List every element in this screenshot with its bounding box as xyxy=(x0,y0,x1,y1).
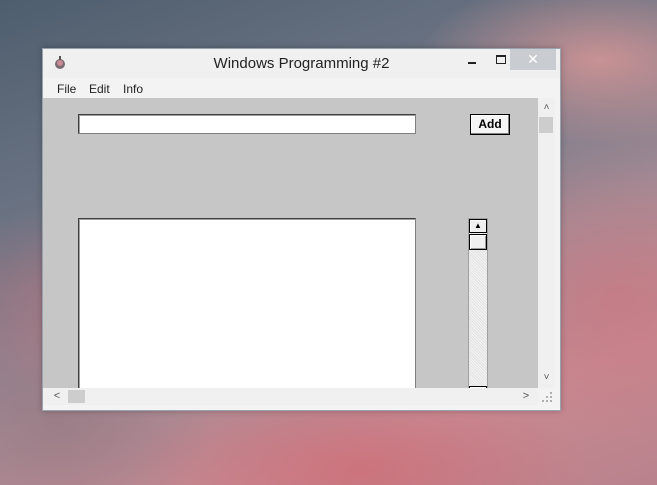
application-window: Windows Programming #2 ✕ File Edit Info … xyxy=(42,48,561,411)
window-vertical-scrollbar[interactable]: ˄ ˅ xyxy=(538,98,555,388)
close-icon: ✕ xyxy=(527,51,539,67)
menu-info[interactable]: Info xyxy=(123,82,143,96)
title-bar[interactable]: Windows Programming #2 ✕ xyxy=(43,49,560,78)
window-vscroll-thumb[interactable] xyxy=(539,117,553,133)
minimize-button[interactable] xyxy=(455,49,489,70)
item-listbox[interactable] xyxy=(78,218,416,398)
window-scroll-right-icon[interactable]: > xyxy=(518,388,534,405)
window-horizontal-scrollbar[interactable]: < > xyxy=(43,388,538,405)
standalone-scrollbar[interactable]: ▲ ▼ xyxy=(468,218,488,401)
window-scroll-down-icon[interactable]: ˅ xyxy=(538,370,555,386)
scrollbar-thumb[interactable] xyxy=(469,234,487,250)
text-input[interactable] xyxy=(78,114,416,134)
resize-grip-icon[interactable] xyxy=(540,390,554,404)
client-area: Add ▲ ▼ xyxy=(43,98,538,401)
menu-file[interactable]: File xyxy=(57,82,76,96)
window-scroll-up-icon[interactable]: ˄ xyxy=(538,100,555,116)
window-hscroll-thumb[interactable] xyxy=(68,390,85,403)
scroll-up-icon[interactable]: ▲ xyxy=(469,219,487,233)
menu-edit[interactable]: Edit xyxy=(89,82,110,96)
close-button[interactable]: ✕ xyxy=(510,49,556,70)
add-button[interactable]: Add xyxy=(470,114,510,135)
window-scroll-left-icon[interactable]: < xyxy=(49,388,65,405)
app-icon xyxy=(55,56,65,69)
menu-bar: File Edit Info xyxy=(43,78,560,98)
